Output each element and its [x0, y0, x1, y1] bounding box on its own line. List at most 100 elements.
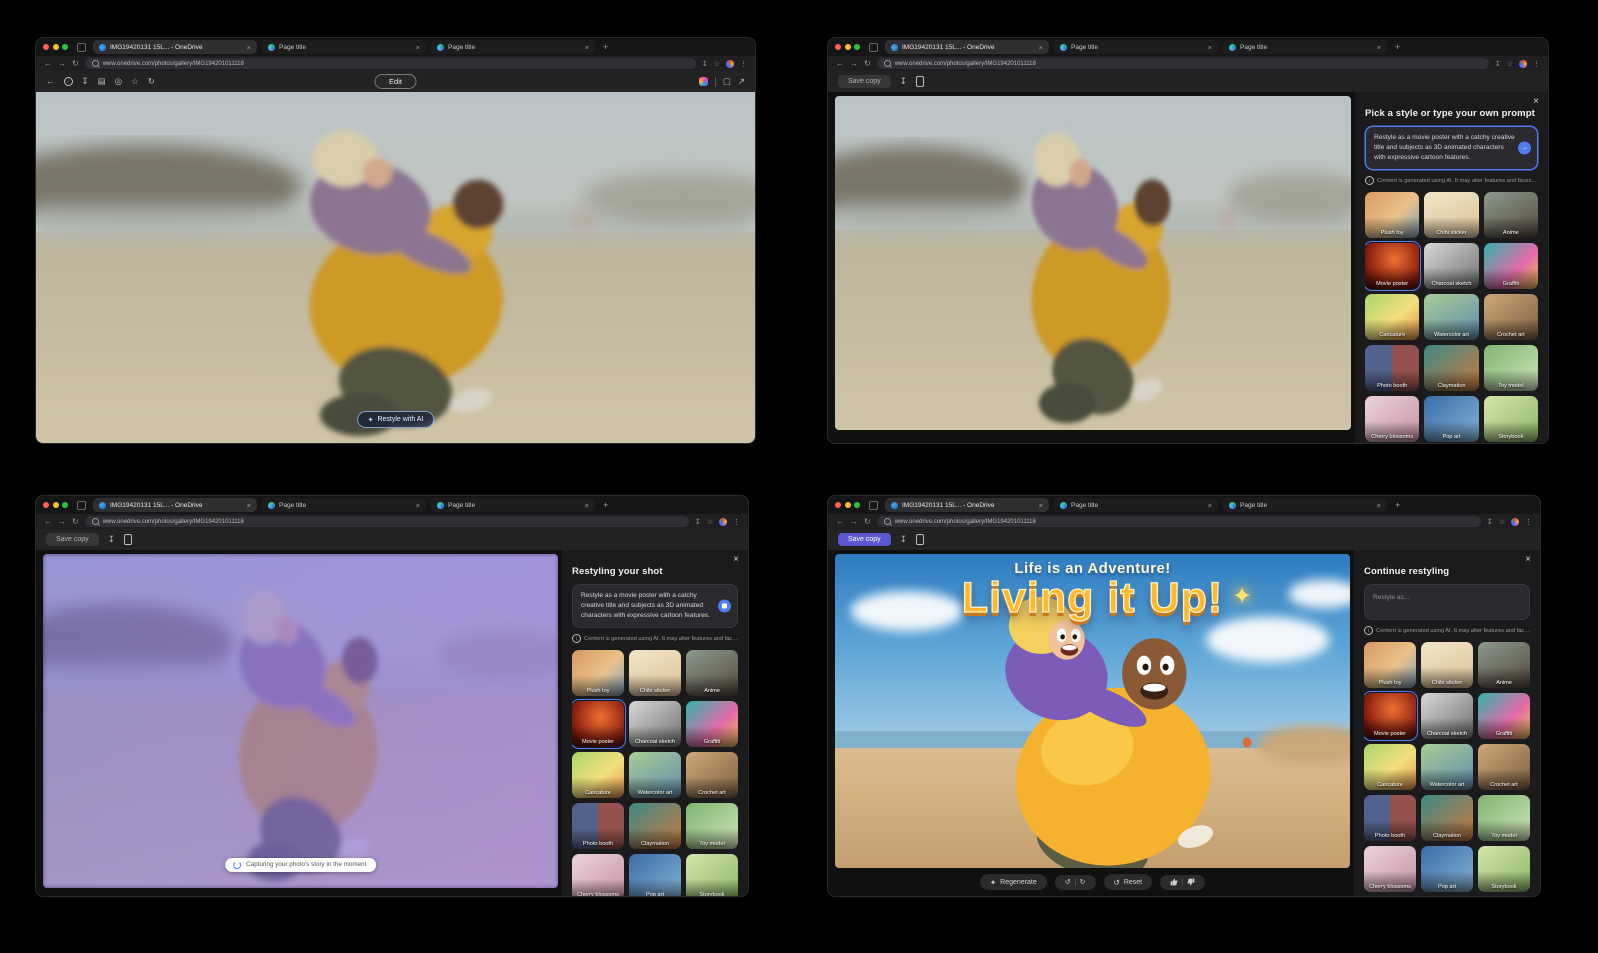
style-option[interactable]: Photo booth	[572, 803, 624, 849]
style-option[interactable]: Toy model	[686, 803, 738, 849]
new-tab-button[interactable]: +	[600, 42, 611, 52]
style-option[interactable]: Caricature	[572, 752, 624, 798]
style-option[interactable]: Chibi sticker	[1424, 192, 1478, 238]
close-icon[interactable]: ×	[1377, 501, 1381, 510]
close-icon[interactable]: ×	[247, 43, 251, 52]
undo-button[interactable]: ↺	[1065, 878, 1071, 886]
close-panel-button[interactable]: ×	[1525, 554, 1531, 565]
style-option[interactable]: Claymation	[629, 803, 681, 849]
close-icon[interactable]: ×	[1377, 43, 1381, 52]
save-copy-button[interactable]: Save copy	[46, 533, 99, 546]
close-icon[interactable]: ×	[416, 43, 420, 52]
style-option[interactable]: Chibi sticker	[629, 650, 681, 696]
new-tab-button[interactable]: +	[1392, 42, 1403, 52]
style-option[interactable]: Cherry blossoms	[572, 854, 624, 896]
download-icon[interactable]: ↧	[82, 77, 89, 86]
zoom-window-button[interactable]	[62, 44, 68, 50]
back-icon[interactable]: ←	[836, 60, 844, 68]
gallery-icon[interactable]: ▤	[98, 77, 106, 86]
style-option[interactable]: Watercolor art	[1424, 294, 1478, 340]
fullscreen-icon[interactable]: ▢	[723, 77, 731, 86]
favorite-icon[interactable]: ☆	[707, 518, 713, 526]
close-window-button[interactable]	[43, 502, 49, 508]
tab-page-title-1[interactable]: Page title ×	[262, 498, 426, 512]
zoom-window-button[interactable]	[62, 502, 68, 508]
style-option[interactable]: Anime	[1484, 192, 1538, 238]
minimize-window-button[interactable]	[53, 44, 59, 50]
close-icon[interactable]: ×	[1208, 501, 1212, 510]
style-option[interactable]: Anime	[686, 650, 738, 696]
style-option[interactable]: Plush toy	[1365, 192, 1419, 238]
tab-onedrive[interactable]: IMG19420131 15L... - OneDrive ×	[885, 40, 1049, 54]
restyle-with-ai-button[interactable]: ✦ Restyle with AI	[357, 411, 435, 428]
style-option[interactable]: Charcoal sketch	[1424, 243, 1478, 289]
new-tab-button[interactable]: +	[1392, 500, 1403, 510]
stop-button[interactable]	[718, 600, 731, 613]
reload-icon[interactable]: ↻	[864, 60, 871, 68]
forward-icon[interactable]: →	[58, 518, 66, 526]
style-option[interactable]: Movie poster	[1365, 243, 1419, 289]
style-option[interactable]: Photo booth	[1365, 345, 1419, 391]
focus-icon[interactable]: ◎	[115, 77, 122, 86]
tab-page-title-1[interactable]: Page title ×	[1054, 498, 1218, 512]
more-menu-icon[interactable]: ⋮	[733, 518, 740, 526]
tab-page-title-2[interactable]: Page title ×	[431, 40, 595, 54]
forward-icon[interactable]: →	[850, 518, 858, 526]
reload-icon[interactable]: ↻	[864, 518, 871, 526]
back-icon[interactable]: ←	[44, 60, 52, 68]
address-bar[interactable]: www.onedrive.com/photos/gallery/IMG19420…	[85, 516, 689, 527]
prompt-input[interactable]: Restyle as...	[1364, 584, 1530, 620]
forward-icon[interactable]: →	[850, 60, 858, 68]
close-icon[interactable]: ×	[585, 501, 589, 510]
send-button[interactable]: →	[1518, 142, 1531, 155]
tab-page-title-2[interactable]: Page title ×	[1223, 40, 1387, 54]
style-option[interactable]: Plush toy	[1364, 642, 1416, 688]
back-icon[interactable]: ←	[44, 518, 52, 526]
style-option[interactable]: Graffiti	[1478, 693, 1530, 739]
close-window-button[interactable]	[43, 44, 49, 50]
address-bar[interactable]: www.onedrive.com/photos/gallery/IMG19420…	[877, 516, 1481, 527]
close-icon[interactable]: ×	[585, 43, 589, 52]
address-bar[interactable]: www.onedrive.com/photos/gallery/IMG19420…	[85, 58, 696, 69]
favorite-icon[interactable]: ☆	[1499, 518, 1505, 526]
tab-page-title-2[interactable]: Page title ×	[431, 498, 595, 512]
mobile-icon[interactable]	[916, 534, 924, 545]
style-option[interactable]: Watercolor art	[1421, 744, 1473, 790]
expand-icon[interactable]: ↗	[738, 77, 745, 86]
back-icon[interactable]: ←	[836, 518, 844, 526]
reset-button[interactable]: ↺ Reset	[1104, 874, 1153, 890]
more-menu-icon[interactable]: ⋮	[1533, 60, 1540, 68]
close-window-button[interactable]	[835, 502, 841, 508]
style-option[interactable]: Crochet art	[1484, 294, 1538, 340]
style-option[interactable]: Charcoal sketch	[1421, 693, 1473, 739]
style-option[interactable]: Graffiti	[686, 701, 738, 747]
style-option[interactable]: Crochet art	[1478, 744, 1530, 790]
thumbs-up-button[interactable]	[1170, 878, 1178, 886]
style-option[interactable]: Storybook	[1484, 396, 1538, 442]
style-option[interactable]: Caricature	[1365, 294, 1419, 340]
mobile-icon[interactable]	[916, 76, 924, 87]
style-option[interactable]: Pop art	[1424, 396, 1478, 442]
favorite-icon[interactable]: ☆	[1507, 60, 1513, 68]
style-option[interactable]: Pop art	[629, 854, 681, 896]
prompt-input[interactable]: Restyle as a movie poster with a catchy …	[572, 584, 738, 628]
tab-overview-icon[interactable]	[869, 501, 878, 510]
back-icon[interactable]: ←	[46, 77, 55, 86]
style-option[interactable]: Cherry blossoms	[1365, 396, 1419, 442]
tab-overview-icon[interactable]	[869, 43, 878, 52]
tab-onedrive[interactable]: IMG19420131 15L... - OneDrive ×	[885, 498, 1049, 512]
more-menu-icon[interactable]: ⋮	[1525, 518, 1532, 526]
save-copy-button[interactable]: Save copy	[838, 75, 891, 88]
close-panel-button[interactable]: ×	[733, 554, 739, 565]
style-option[interactable]: Charcoal sketch	[629, 701, 681, 747]
designer-icon[interactable]	[699, 77, 708, 86]
style-option[interactable]: Anime	[1478, 642, 1530, 688]
download-icon[interactable]: ↧	[108, 535, 115, 544]
download-icon[interactable]: ↧	[900, 77, 907, 86]
profile-avatar[interactable]	[719, 518, 727, 526]
tab-page-title-1[interactable]: Page title ×	[1054, 40, 1218, 54]
style-option[interactable]: Toy model	[1478, 795, 1530, 841]
tab-page-title-2[interactable]: Page title ×	[1223, 498, 1387, 512]
tab-onedrive[interactable]: IMG19420131 15L... - OneDrive ×	[93, 40, 257, 54]
regenerate-button[interactable]: ✦ Regenerate	[980, 874, 1047, 890]
